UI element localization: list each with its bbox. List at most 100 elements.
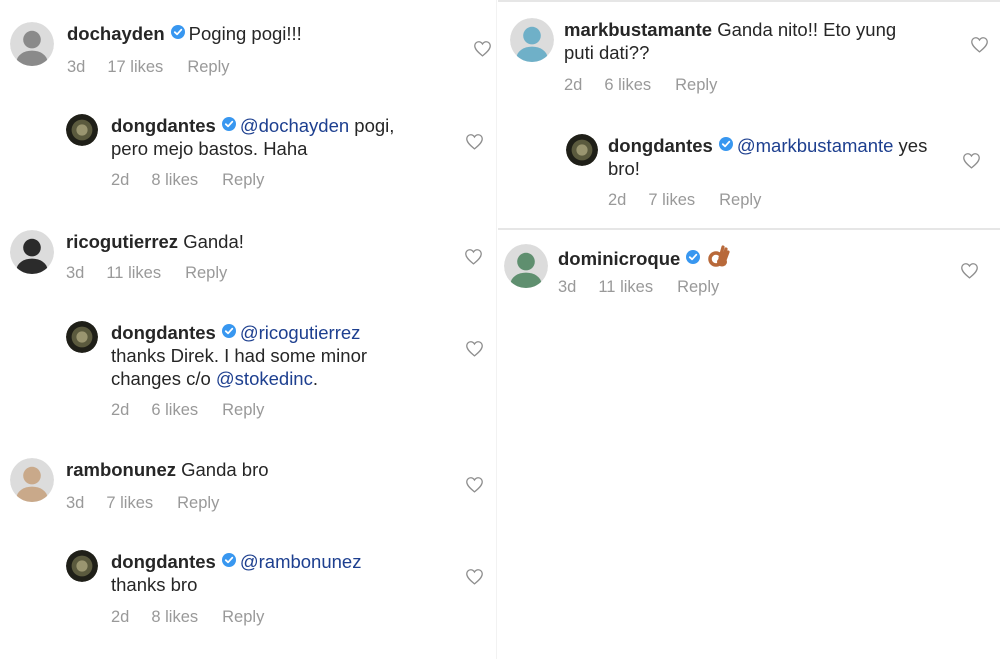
reply-button[interactable]: Reply (719, 191, 761, 210)
username-link[interactable]: dochayden (67, 23, 165, 44)
comment-text: dominicroque (558, 244, 898, 273)
avatar[interactable] (66, 321, 98, 353)
timestamp: 3d (66, 264, 85, 282)
verified-badge-icon (221, 324, 236, 338)
username-link[interactable]: markbustamante (564, 19, 712, 40)
heart-outline-icon[interactable] (465, 476, 484, 498)
comment-item: dongdantes @markbustamante yes bro! 2d 7 li… (566, 134, 992, 216)
likes-count[interactable]: 11 likes (106, 264, 161, 283)
verified-badge-icon (221, 117, 236, 131)
comment-meta: 3d 7 likes Reply (66, 494, 219, 513)
timestamp: 2d (111, 401, 130, 419)
timestamp: 3d (558, 278, 577, 296)
comment-item: dongdantes @ricogutierrez thanks Direk. I… (66, 321, 495, 426)
avatar[interactable] (10, 230, 54, 274)
comment-item: dominicroque 3d 11 likes Reply (504, 244, 990, 303)
ok-hand-emoji-icon (708, 244, 730, 273)
mention-link[interactable]: @stokedinc (216, 368, 313, 389)
comment-item: dongdantes @dochayden pogi, pero mejo bas… (66, 114, 495, 196)
avatar[interactable] (66, 114, 98, 146)
likes-count[interactable]: 8 likes (151, 608, 198, 627)
verified-badge-icon (221, 553, 236, 567)
timestamp: 2d (608, 191, 627, 209)
likes-count[interactable]: 7 likes (106, 494, 153, 513)
timestamp: 2d (111, 608, 130, 626)
comment-meta: 2d 6 likes Reply (111, 401, 264, 420)
username-link[interactable]: dominicroque (558, 248, 680, 269)
avatar[interactable] (504, 244, 548, 288)
comment-text: rambonunez Ganda bro (66, 458, 396, 481)
username-link[interactable]: dongdantes (111, 322, 216, 343)
reply-button[interactable]: Reply (187, 58, 229, 77)
thread-separator (498, 228, 1000, 230)
comment-text: dongdantes @dochayden pogi, pero mejo bas… (111, 114, 411, 160)
avatar[interactable] (10, 22, 54, 66)
timestamp: 3d (67, 58, 86, 76)
reply-button[interactable]: Reply (177, 494, 219, 513)
mention-link[interactable]: @markbustamante (737, 135, 894, 156)
mention-link[interactable]: @dochayden (240, 115, 349, 136)
avatar[interactable] (10, 458, 54, 502)
comment-item: ricogutierrez Ganda! 3d 11 likes Reply (10, 230, 494, 289)
username-link[interactable]: ricogutierrez (66, 231, 178, 252)
username-link[interactable]: rambonunez (66, 459, 176, 480)
comment-item: dongdantes @rambonunez thanks bro 2d 8 like… (66, 550, 495, 633)
likes-count[interactable]: 6 likes (604, 76, 651, 95)
timestamp: 2d (111, 171, 130, 189)
comment-item: dochayden Poging pogi!!! 3d 17 likes Reply (10, 22, 503, 83)
username-link[interactable]: dongdantes (111, 115, 216, 136)
thread-separator (498, 0, 1000, 2)
comment-meta: 2d 8 likes Reply (111, 171, 264, 190)
verified-badge-icon (170, 25, 185, 39)
avatar[interactable] (566, 134, 598, 166)
comment-text: dongdantes @rambonunez thanks bro (111, 550, 411, 596)
reply-button[interactable]: Reply (185, 264, 227, 283)
timestamp: 3d (66, 494, 85, 512)
mention-link[interactable]: @ricogutierrez (240, 322, 361, 343)
comment-body-text: Ganda! (183, 231, 244, 252)
reply-button[interactable]: Reply (675, 76, 717, 95)
comment-meta: 2d 8 likes Reply (111, 608, 264, 627)
comment-text: dongdantes @markbustamante yes bro! (608, 134, 948, 180)
mention-link[interactable]: @rambonunez (240, 551, 362, 572)
verified-badge-icon (718, 137, 733, 151)
heart-outline-icon[interactable] (464, 248, 483, 270)
heart-outline-icon[interactable] (465, 133, 484, 155)
comment-item: rambonunez Ganda bro 3d 7 likes Reply (10, 458, 495, 519)
left-comments-panel: dochayden Poging pogi!!! 3d 17 likes Reply do… (0, 0, 495, 659)
username-link[interactable]: dongdantes (608, 135, 713, 156)
right-comments-panel: markbustamante Ganda nito!! Eto yung put… (498, 0, 1000, 659)
likes-count[interactable]: 6 likes (151, 401, 198, 420)
reply-button[interactable]: Reply (677, 278, 719, 297)
comment-meta: 2d 6 likes Reply (564, 76, 717, 95)
reply-button[interactable]: Reply (222, 401, 264, 420)
comment-meta: 3d 17 likes Reply (67, 58, 230, 77)
comment-meta: 3d 11 likes Reply (558, 278, 719, 297)
username-link[interactable]: dongdantes (111, 551, 216, 572)
avatar[interactable] (510, 18, 554, 62)
heart-outline-icon[interactable] (960, 262, 979, 284)
comment-item: markbustamante Ganda nito!! Eto yung put… (510, 18, 1000, 101)
heart-outline-icon[interactable] (465, 340, 484, 362)
verified-badge-icon (686, 250, 701, 264)
likes-count[interactable]: 11 likes (598, 278, 653, 297)
comment-body-text: Ganda bro (181, 459, 269, 480)
likes-count[interactable]: 7 likes (648, 191, 695, 210)
heart-outline-icon[interactable] (962, 152, 981, 174)
comment-meta: 2d 7 likes Reply (608, 191, 761, 210)
comment-text: dochayden Poging pogi!!! (67, 22, 397, 45)
comment-meta: 3d 11 likes Reply (66, 264, 227, 283)
reply-button[interactable]: Reply (222, 608, 264, 627)
heart-outline-icon[interactable] (465, 568, 484, 590)
reply-button[interactable]: Reply (222, 171, 264, 190)
comment-text: markbustamante Ganda nito!! Eto yung put… (564, 18, 904, 64)
comment-text: dongdantes @ricogutierrez thanks Direk. I… (111, 321, 401, 390)
likes-count[interactable]: 8 likes (151, 171, 198, 190)
comment-body-text: Poging pogi!!! (188, 23, 302, 44)
heart-outline-icon[interactable] (970, 36, 989, 58)
heart-outline-icon[interactable] (473, 40, 492, 62)
timestamp: 2d (564, 76, 583, 94)
avatar[interactable] (66, 550, 98, 582)
panel-divider (496, 0, 497, 659)
likes-count[interactable]: 17 likes (107, 58, 163, 77)
